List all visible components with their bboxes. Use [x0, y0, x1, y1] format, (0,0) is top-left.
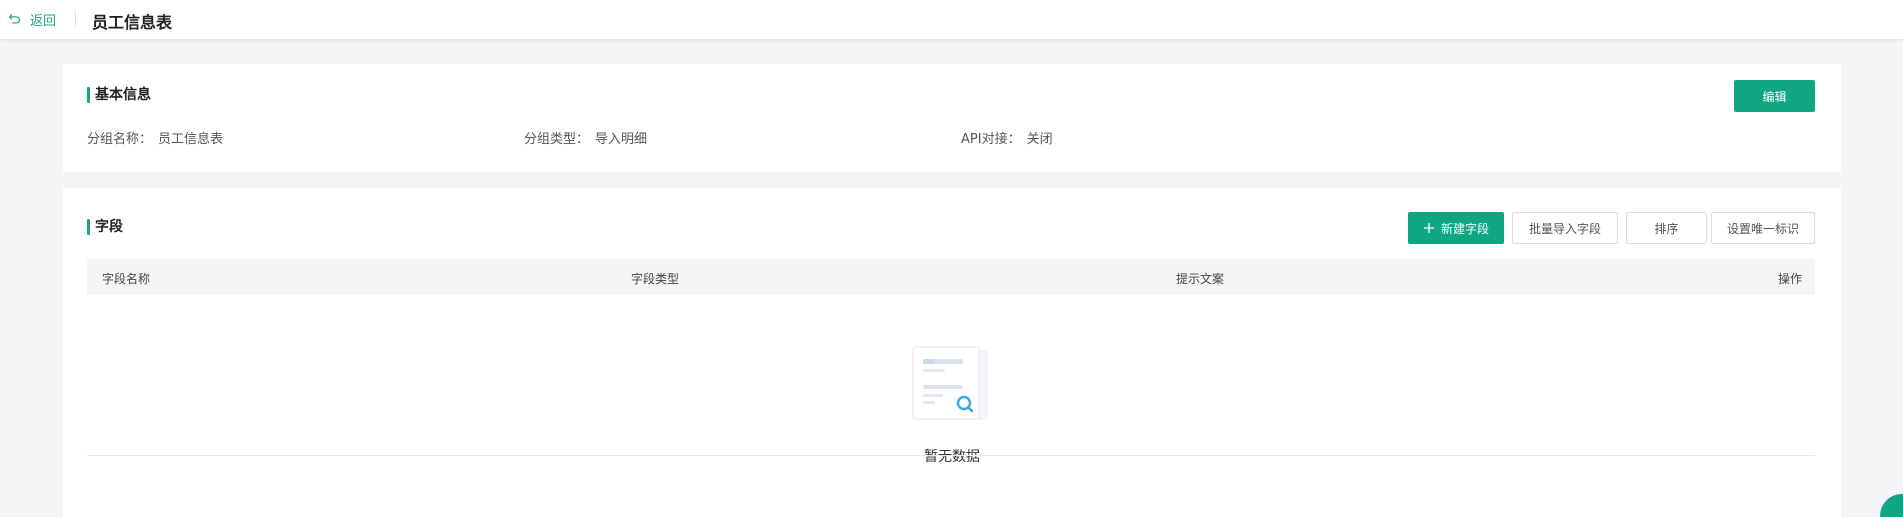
column-header: 提示文案 — [1176, 272, 1225, 286]
empty-data-icon — [912, 346, 988, 420]
edit-button[interactable]: 编辑 — [1734, 80, 1815, 112]
new-field-button[interactable]: 新建字段 — [1408, 212, 1504, 244]
back-label: 返回 — [30, 13, 57, 29]
info-label: API对接： — [961, 132, 1021, 147]
info-label: 分组类型： — [524, 132, 590, 147]
column-header: 操作 — [1778, 272, 1803, 286]
info-value: 员工信息表 — [158, 132, 224, 147]
info-value: 关闭 — [1026, 132, 1053, 147]
empty-state-text: 暂无数据 — [924, 449, 980, 465]
set-unique-key-button[interactable]: 设置唯一标识 — [1711, 212, 1815, 244]
plus-icon — [1423, 223, 1434, 233]
page-title: 员工信息表 — [92, 13, 173, 32]
info-group-name: 分组名称： 员工信息表 — [87, 128, 223, 147]
table-divider — [87, 455, 1815, 456]
fields-title: 字段 — [87, 219, 123, 235]
column-header: 字段名称 — [102, 272, 151, 286]
basic-info-title: 基本信息 — [87, 87, 151, 103]
batch-import-button[interactable]: 批量导入字段 — [1512, 212, 1618, 244]
top-bar: 返回 员工信息表 — [0, 0, 1903, 40]
back-button[interactable]: 返回 — [8, 10, 57, 29]
info-api: API对接： 关闭 — [961, 128, 1053, 147]
info-group-type: 分组类型： 导入明细 — [524, 128, 647, 147]
info-value: 导入明细 — [595, 132, 648, 147]
new-field-label: 新建字段 — [1440, 221, 1489, 236]
header-divider — [75, 10, 76, 28]
undo-arrow-icon — [9, 14, 20, 24]
basic-info-card: 基本信息 编辑 分组名称： 员工信息表 分组类型： 导入明细 API对接： 关闭 — [63, 64, 1841, 172]
fields-card: 字段 新建字段 批量导入字段 排序 设置唯一标识 字段名称 字段类型 提示文案 … — [63, 188, 1841, 517]
table-header: 字段名称 字段类型 提示文案 操作 — [87, 259, 1815, 295]
floating-help-button[interactable] — [1880, 494, 1903, 517]
sort-button[interactable]: 排序 — [1626, 212, 1707, 244]
info-label: 分组名称： — [87, 132, 153, 147]
column-header: 字段类型 — [631, 272, 680, 286]
